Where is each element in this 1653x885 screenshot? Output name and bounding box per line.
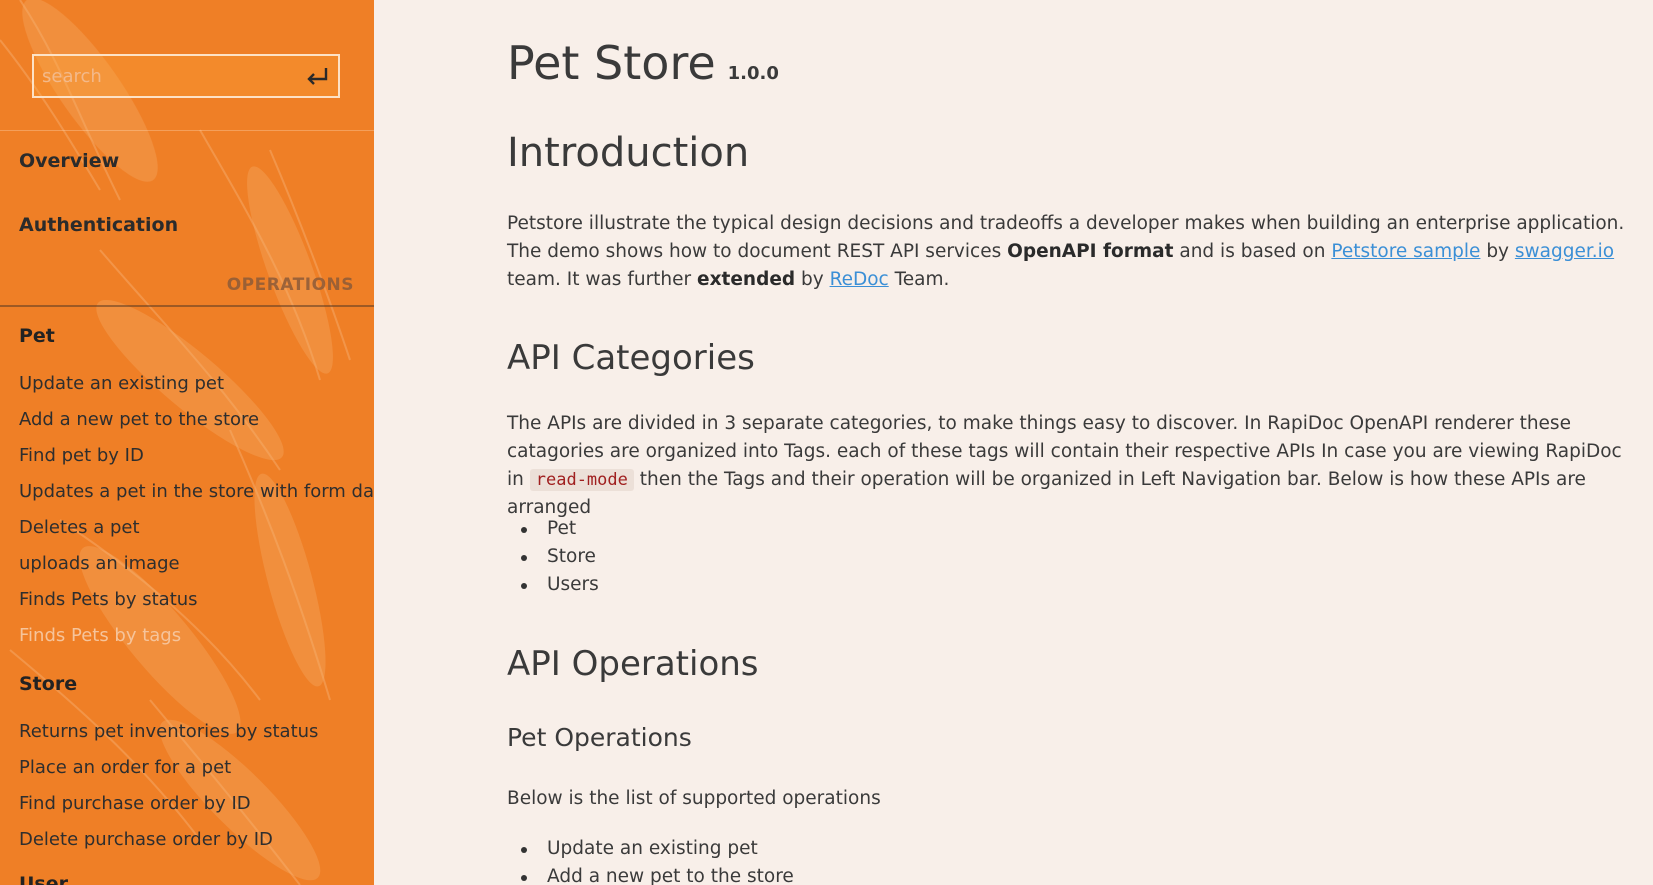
page-title: Pet Store: [507, 36, 716, 90]
intro-text: by: [1480, 241, 1515, 262]
petstore-sample-link[interactable]: Petstore sample: [1331, 241, 1480, 262]
introduction-heading: Introduction: [507, 130, 750, 176]
list-item: Pet: [521, 515, 599, 543]
sidebar-op-item[interactable]: Finds Pets by status: [19, 589, 198, 610]
sidebar-op-item[interactable]: Add a new pet to the store: [19, 409, 259, 430]
sidebar-op-item-active[interactable]: Finds Pets by tags: [19, 625, 181, 646]
sidebar-op-item[interactable]: Place an order for a pet: [19, 757, 231, 778]
api-operations-heading: API Operations: [507, 644, 759, 684]
sidebar-op-item[interactable]: Returns pet inventories by status: [19, 721, 318, 742]
list-item: Store: [521, 543, 599, 571]
search-box[interactable]: [32, 54, 340, 98]
sidebar-op-item[interactable]: Update an existing pet: [19, 373, 224, 394]
intro-bold-text: extended: [697, 269, 796, 290]
sidebar-group-store[interactable]: Store: [19, 673, 77, 695]
sidebar-op-item[interactable]: Find pet by ID: [19, 445, 144, 466]
search-input[interactable]: [34, 56, 294, 96]
introduction-paragraph: Petstore illustrate the typical design d…: [507, 210, 1637, 294]
operations-paragraph: Below is the list of supported operation…: [507, 788, 881, 809]
intro-text: Team.: [888, 269, 950, 290]
intro-text: by: [795, 269, 830, 290]
operations-section-label: OPERATIONS: [226, 275, 354, 295]
operations-divider: [0, 305, 374, 307]
sidebar-op-item[interactable]: uploads an image: [19, 553, 180, 574]
categories-text: then the Tags and their operation will b…: [507, 469, 1586, 518]
list-item: Add a new pet to the store: [521, 863, 794, 885]
intro-text: team. It was further: [507, 269, 698, 290]
sidebar-item-overview[interactable]: Overview: [19, 150, 119, 172]
enter-icon[interactable]: [302, 62, 332, 92]
list-item: Update an existing pet: [521, 835, 794, 863]
sidebar-divider: [0, 130, 374, 131]
sidebar: Overview Authentication OPERATIONS Pet U…: [0, 0, 374, 885]
feather-background-image: [0, 0, 351, 885]
sidebar-group-pet[interactable]: Pet: [19, 325, 55, 347]
title-row: Pet Store 1.0.0: [507, 36, 779, 90]
api-categories-paragraph: The APIs are divided in 3 separate categ…: [507, 410, 1637, 522]
categories-list: Pet Store Users: [521, 515, 599, 599]
intro-bold-text: OpenAPI format: [1007, 241, 1174, 262]
sidebar-item-authentication[interactable]: Authentication: [19, 214, 178, 236]
sidebar-op-item[interactable]: Updates a pet in the store with form dat…: [19, 481, 374, 502]
sidebar-group-user[interactable]: User: [19, 873, 68, 885]
read-mode-code: read-mode: [529, 469, 634, 491]
version-badge: 1.0.0: [727, 63, 779, 84]
list-item: Users: [521, 571, 599, 599]
pet-operations-heading: Pet Operations: [507, 723, 692, 752]
main-content: Pet Store 1.0.0 Introduction Petstore il…: [507, 0, 1637, 885]
sidebar-op-item[interactable]: Find purchase order by ID: [19, 793, 251, 814]
redoc-link[interactable]: ReDoc: [830, 269, 889, 290]
swagger-io-link[interactable]: swagger.io: [1515, 241, 1614, 262]
intro-text: and is based on: [1173, 241, 1332, 262]
sidebar-op-item[interactable]: Deletes a pet: [19, 517, 140, 538]
sidebar-op-item[interactable]: Delete purchase order by ID: [19, 829, 273, 850]
operations-list: Update an existing pet Add a new pet to …: [521, 835, 794, 885]
api-categories-heading: API Categories: [507, 338, 755, 378]
